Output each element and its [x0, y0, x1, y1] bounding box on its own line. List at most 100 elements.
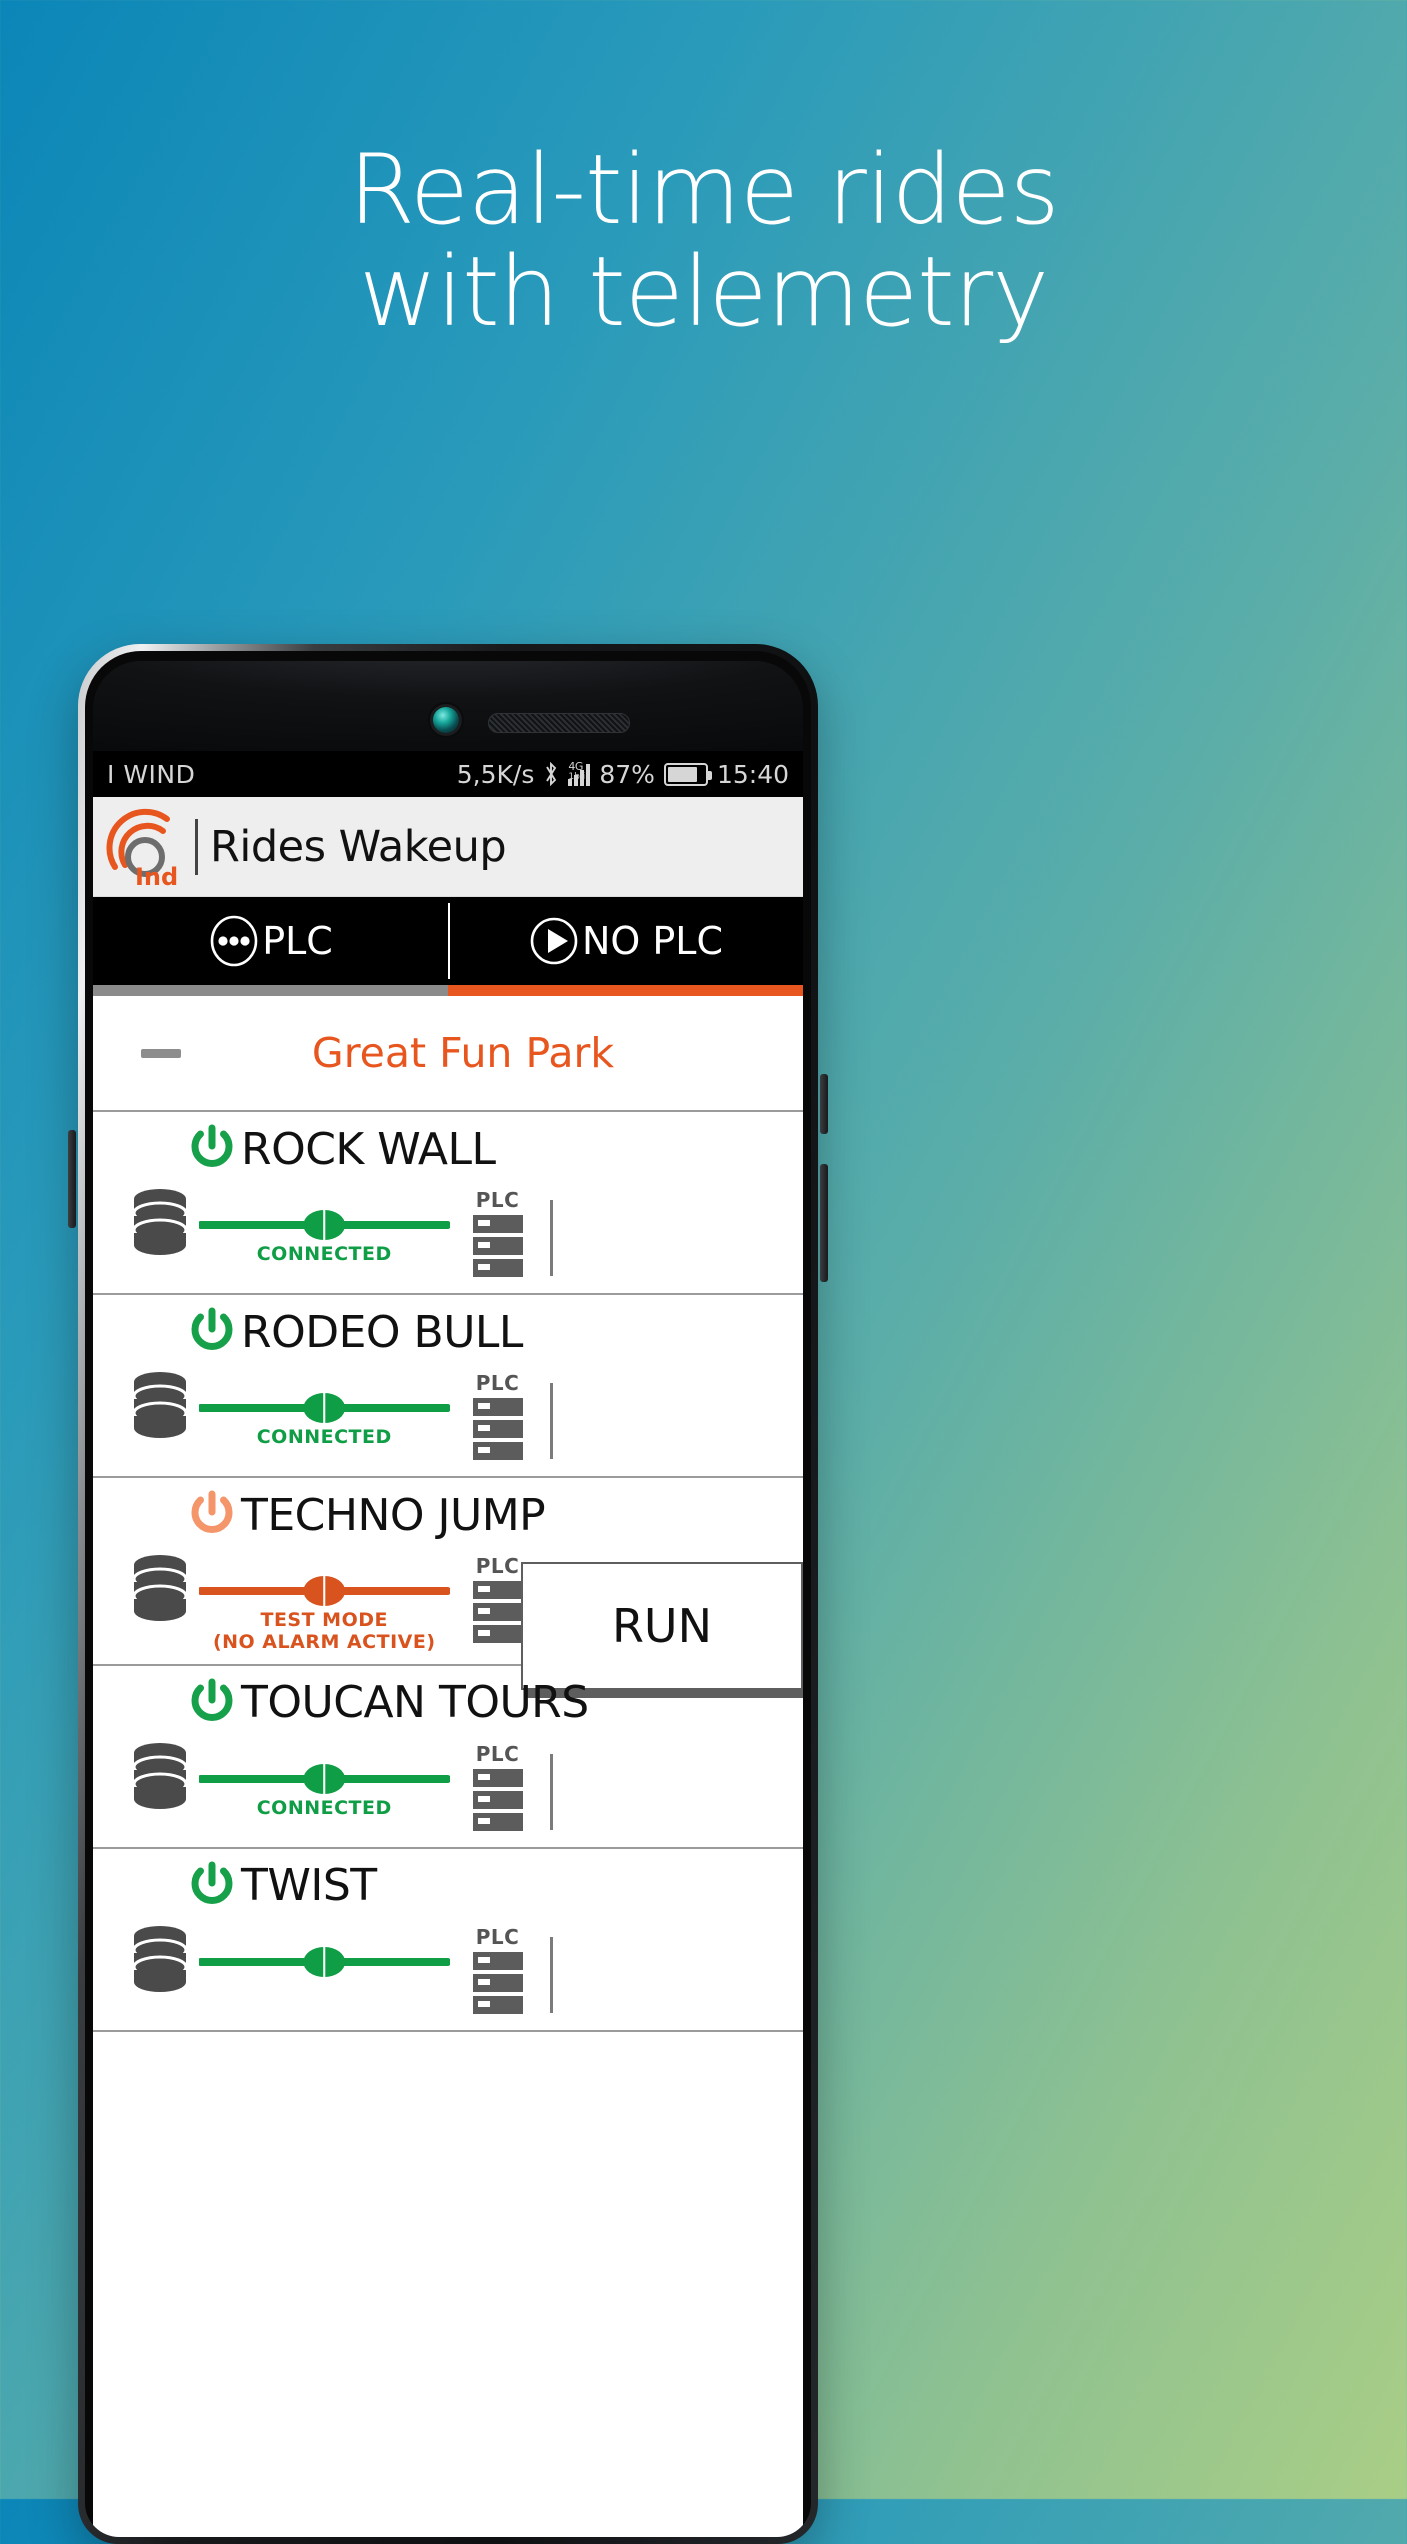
plc-server-icon [471, 1950, 525, 2020]
ride-status: CONNECTED [199, 1243, 450, 1266]
ride-name-label: TWIST [241, 1860, 377, 1912]
ride-title-row: TOUCAN TOURS [93, 1676, 803, 1730]
network-speed-label: 5,5K/s [456, 759, 535, 789]
plc-block: PLC [450, 1919, 546, 2020]
ride-row[interactable]: RODEO BULL CONNECTED PLC [93, 1295, 803, 1478]
ride-row[interactable]: ROCK WALL CONNECTED PLC [93, 1112, 803, 1295]
app-bar: Ind Rides Wakeup [93, 797, 803, 897]
ride-status-label: CONNECTED [256, 1426, 392, 1448]
ride-status: CONNECTED [199, 1426, 450, 1449]
ride-row[interactable]: TECHNO JUMP TEST MODE (NO ALARM ACTIVE) PLC… [93, 1478, 803, 1690]
ride-status: CONNECTED [199, 1796, 450, 1820]
tab-no-plc[interactable]: NO PLC [448, 897, 803, 985]
plc-label: PLC [475, 1554, 520, 1578]
ride-name-label: RODEO BULL [241, 1306, 523, 1358]
battery-percent-label: 87% [599, 759, 655, 789]
power-icon[interactable] [185, 1305, 239, 1359]
phone-body: I WIND 5,5K/s 4G 1b.il 87% 15:40 Ind Rid… [85, 651, 811, 2537]
svg-text:Ind: Ind [135, 863, 178, 889]
status-bar-icons: 5,5K/s 4G 1b.il 87% 15:40 [457, 760, 789, 789]
ride-body: CONNECTED PLC [93, 1730, 803, 1841]
ride-divider [549, 1383, 553, 1459]
ride-title-row: RODEO BULL [93, 1305, 803, 1359]
ride-status-sublabel: (NO ALARM ACTIVE) [212, 1630, 436, 1653]
ride-title-row: TECHNO JUMP [93, 1488, 803, 1542]
tab-plc-label: PLC [262, 919, 333, 963]
bluetooth-icon [543, 761, 559, 787]
plc-label: PLC [475, 1188, 520, 1212]
earpiece-speaker-icon [488, 713, 630, 733]
ride-name-label: TECHNO JUMP [241, 1489, 546, 1541]
plc-block: PLC [450, 1365, 546, 1466]
promo-headline: Real-time rides with telemetry [0, 134, 1407, 348]
page-title: Rides Wakeup [210, 821, 507, 872]
ride-body: TEST MODE (NO ALARM ACTIVE) PLC RUN [93, 1542, 803, 1690]
connection-link: CONNECTED [199, 1365, 450, 1449]
power-icon[interactable] [185, 1122, 239, 1176]
phone-power-button[interactable] [820, 1074, 828, 1134]
database-icon [121, 1736, 199, 1814]
plc-label: PLC [475, 1371, 520, 1395]
phone-volume-button[interactable] [68, 1130, 76, 1228]
promo-headline-line-2: with telemetry [358, 235, 1049, 348]
play-circle-icon [528, 915, 580, 967]
ride-divider [549, 1936, 553, 2013]
carrier-label: I WIND [107, 759, 196, 789]
phone-screen: I WIND 5,5K/s 4G 1b.il 87% 15:40 Ind Rid… [93, 751, 803, 2537]
plc-block: PLC [450, 1182, 546, 1283]
tab-bar: PLC NO PLC [93, 897, 803, 985]
clock-label: 15:40 [716, 759, 789, 789]
connection-link: CONNECTED [199, 1182, 450, 1266]
ride-status: TEST MODE (NO ALARM ACTIVE) [199, 1609, 450, 1654]
phone-mockup: I WIND 5,5K/s 4G 1b.il 87% 15:40 Ind Rid… [68, 644, 828, 2544]
ride-divider [549, 1753, 553, 1830]
rides-list: Great Fun Park ROCK WALL CONNECTED PLC RODE… [93, 996, 803, 2032]
ride-name-label: ROCK WALL [241, 1123, 496, 1175]
plc-server-icon [471, 1213, 525, 1283]
ride-status-label: TEST MODE [260, 1609, 388, 1631]
plc-label: PLC [475, 1924, 520, 1949]
network-sub-label: 1b.il [568, 772, 588, 782]
ind-logo-icon: Ind [105, 805, 189, 889]
phone-top-bezel [93, 661, 803, 751]
rides-container: ROCK WALL CONNECTED PLC RODEO BULL CONNECTED… [93, 1112, 803, 2032]
phone-secondary-button[interactable] [820, 1164, 828, 1282]
power-icon[interactable] [185, 1859, 239, 1913]
tab-plc[interactable]: PLC [93, 897, 448, 985]
promo-headline-line-1: Real-time rides [348, 134, 1059, 246]
power-icon[interactable] [185, 1488, 239, 1542]
ride-row[interactable]: TOUCAN TOURS CONNECTED PLC [93, 1666, 803, 1849]
network-type-label: 4G [568, 760, 583, 773]
ride-body: CONNECTED PLC [93, 1359, 803, 1470]
database-icon [121, 1919, 199, 1997]
tab-indicator-no-plc [448, 985, 803, 996]
ride-body: PLC [93, 1913, 803, 2024]
ride-name-label: TOUCAN TOURS [241, 1677, 589, 1729]
ride-title-row: TWIST [93, 1859, 803, 1913]
ride-title-row: ROCK WALL [93, 1122, 803, 1176]
power-icon[interactable] [185, 1676, 239, 1730]
ride-row[interactable]: TWIST PLC [93, 1849, 803, 2032]
plc-server-icon [471, 1396, 525, 1466]
plc-label: PLC [475, 1741, 520, 1766]
database-icon [121, 1365, 199, 1443]
ride-status-label: CONNECTED [256, 1796, 392, 1819]
database-icon [121, 1548, 199, 1626]
app-bar-divider [195, 818, 198, 875]
tab-indicator-plc [93, 985, 448, 996]
plc-server-icon [471, 1767, 525, 1837]
plc-server-icon [471, 1579, 525, 1649]
cellular-signal-icon: 4G 1b.il [568, 760, 591, 786]
connection-link: TEST MODE (NO ALARM ACTIVE) [199, 1548, 450, 1654]
connection-link [199, 1919, 450, 1981]
ride-divider [549, 1200, 553, 1276]
battery-icon [663, 762, 712, 786]
park-name-label: Great Fun Park [311, 1029, 615, 1077]
minus-collapse-icon[interactable] [141, 1048, 181, 1058]
front-camera-icon [432, 707, 459, 733]
tab-no-plc-label: NO PLC [581, 919, 724, 963]
connection-link: CONNECTED [199, 1736, 450, 1820]
plc-block: PLC [450, 1736, 546, 1837]
park-group-header[interactable]: Great Fun Park [93, 996, 803, 1112]
ride-body: CONNECTED PLC [93, 1176, 803, 1287]
